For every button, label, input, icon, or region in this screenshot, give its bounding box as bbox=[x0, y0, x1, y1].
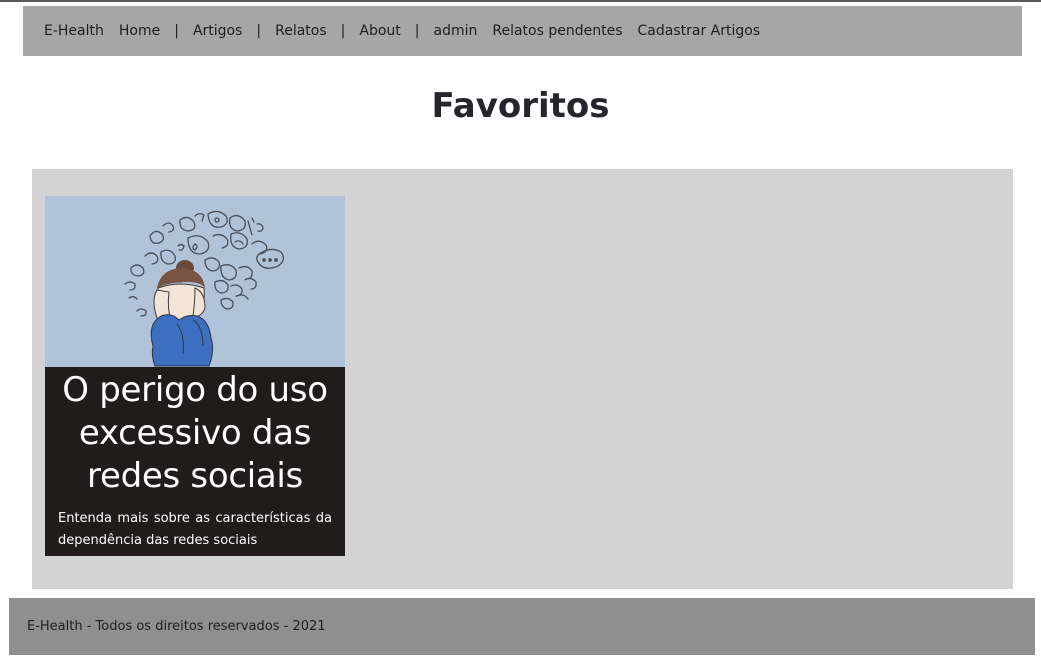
footer-text: E-Health - Todos os direitos reservados … bbox=[27, 619, 326, 634]
nav-relatos-link[interactable]: Relatos bbox=[275, 23, 327, 39]
navbar: E-Health Home | Artigos | Relatos | Abou… bbox=[23, 6, 1022, 56]
card-body: O perigo do uso excessivo das redes soci… bbox=[45, 367, 345, 556]
nav-separator: | bbox=[340, 23, 346, 39]
nav-separator: | bbox=[414, 23, 420, 39]
nav-relatos-pendentes-link[interactable]: Relatos pendentes bbox=[492, 23, 622, 39]
nav-separator: | bbox=[256, 23, 262, 39]
nav-about-link[interactable]: About bbox=[359, 23, 400, 39]
card-description: Entenda mais sobre as características da… bbox=[58, 511, 332, 548]
nav-artigos-link[interactable]: Artigos bbox=[193, 23, 242, 39]
nav-brand-link[interactable]: E-Health bbox=[44, 23, 104, 39]
stressed-person-illustration-icon bbox=[45, 196, 345, 367]
nav-separator: | bbox=[174, 23, 179, 39]
nav-home-link[interactable]: Home bbox=[119, 23, 160, 39]
footer: E-Health - Todos os direitos reservados … bbox=[9, 598, 1035, 655]
favorite-article-card[interactable]: O perigo do uso excessivo das redes soci… bbox=[45, 196, 345, 556]
card-title[interactable]: O perigo do uso excessivo das redes soci… bbox=[58, 367, 332, 498]
nav-cadastrar-artigos-link[interactable]: Cadastrar Artigos bbox=[638, 23, 761, 39]
top-border-line bbox=[0, 0, 1041, 2]
nav-admin-link[interactable]: admin bbox=[434, 23, 478, 39]
page-title: Favoritos bbox=[431, 86, 610, 126]
favorites-panel: O perigo do uso excessivo das redes soci… bbox=[32, 169, 1013, 589]
